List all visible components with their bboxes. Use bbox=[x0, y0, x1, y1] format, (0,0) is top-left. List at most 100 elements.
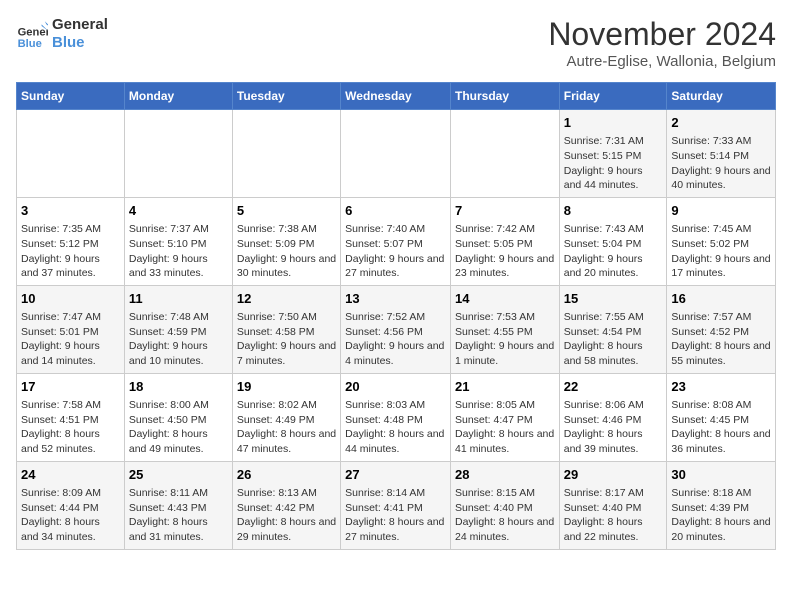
calendar-cell: 22 Sunrise: 8:06 AM Sunset: 4:46 PM Dayli… bbox=[559, 373, 667, 461]
day-number: 26 bbox=[237, 466, 336, 484]
calendar-cell: 20 Sunrise: 8:03 AM Sunset: 4:48 PM Dayli… bbox=[341, 373, 451, 461]
day-number: 12 bbox=[237, 290, 336, 308]
day-info: Sunrise: 7:53 AM Sunset: 4:55 PM Dayligh… bbox=[455, 310, 555, 369]
calendar-cell: 21Sunrise: 8:05 AM Sunset: 4:47 PM Dayli… bbox=[450, 373, 559, 461]
weekday-header-wednesday: Wednesday bbox=[341, 83, 451, 110]
calendar-cell: 2 Sunrise: 7:33 AM Sunset: 5:14 PM Daylig… bbox=[667, 110, 776, 198]
day-number: 10 bbox=[21, 290, 120, 308]
day-info: Sunrise: 7:58 AM Sunset: 4:51 PM Dayligh… bbox=[21, 398, 120, 457]
calendar-cell: 25Sunrise: 8:11 AM Sunset: 4:43 PM Dayli… bbox=[124, 461, 232, 549]
day-number: 25 bbox=[129, 466, 228, 484]
calendar-cell: 9 Sunrise: 7:45 AM Sunset: 5:02 PM Daylig… bbox=[667, 197, 776, 285]
day-info: Sunrise: 8:17 AM Sunset: 4:40 PM Dayligh… bbox=[564, 486, 663, 545]
calendar-cell: 29 Sunrise: 8:17 AM Sunset: 4:40 PM Dayli… bbox=[559, 461, 667, 549]
logo: General Blue General Blue bbox=[16, 16, 108, 52]
day-number: 23 bbox=[671, 378, 771, 396]
day-info: Sunrise: 8:15 AM Sunset: 4:40 PM Dayligh… bbox=[455, 486, 555, 545]
day-number: 18 bbox=[129, 378, 228, 396]
day-number: 29 bbox=[564, 466, 663, 484]
day-number: 17 bbox=[21, 378, 120, 396]
weekday-header-tuesday: Tuesday bbox=[232, 83, 340, 110]
day-number: 2 bbox=[671, 114, 771, 132]
day-info: Sunrise: 7:47 AM Sunset: 5:01 PM Dayligh… bbox=[21, 310, 120, 369]
calendar-cell: 5 Sunrise: 7:38 AM Sunset: 5:09 PM Daylig… bbox=[232, 197, 340, 285]
day-number: 20 bbox=[345, 378, 446, 396]
day-info: Sunrise: 7:31 AM Sunset: 5:15 PM Dayligh… bbox=[564, 134, 663, 193]
calendar-cell: 27 Sunrise: 8:14 AM Sunset: 4:41 PM Dayli… bbox=[341, 461, 451, 549]
calendar-cell: 3 Sunrise: 7:35 AM Sunset: 5:12 PM Daylig… bbox=[17, 197, 125, 285]
calendar-cell: 7Sunrise: 7:42 AM Sunset: 5:05 PM Daylig… bbox=[450, 197, 559, 285]
calendar-cell: 30 Sunrise: 8:18 AM Sunset: 4:39 PM Dayli… bbox=[667, 461, 776, 549]
calendar-cell bbox=[341, 110, 451, 198]
day-info: Sunrise: 8:06 AM Sunset: 4:46 PM Dayligh… bbox=[564, 398, 663, 457]
calendar-week-2: 3 Sunrise: 7:35 AM Sunset: 5:12 PM Daylig… bbox=[17, 197, 776, 285]
day-number: 7 bbox=[455, 202, 555, 220]
calendar-cell bbox=[124, 110, 232, 198]
calendar-cell: 19Sunrise: 8:02 AM Sunset: 4:49 PM Dayli… bbox=[232, 373, 340, 461]
calendar-cell: 8Sunrise: 7:43 AM Sunset: 5:04 PM Daylig… bbox=[559, 197, 667, 285]
weekday-header-sunday: Sunday bbox=[17, 83, 125, 110]
header: General Blue General Blue November 2024 … bbox=[16, 16, 776, 70]
svg-text:Blue: Blue bbox=[18, 38, 42, 50]
calendar-week-4: 17 Sunrise: 7:58 AM Sunset: 4:51 PM Dayli… bbox=[17, 373, 776, 461]
day-number: 28 bbox=[455, 466, 555, 484]
day-info: Sunrise: 8:05 AM Sunset: 4:47 PM Dayligh… bbox=[455, 398, 555, 457]
calendar-cell: 24 Sunrise: 8:09 AM Sunset: 4:44 PM Dayli… bbox=[17, 461, 125, 549]
day-info: Sunrise: 8:18 AM Sunset: 4:39 PM Dayligh… bbox=[671, 486, 771, 545]
day-info: Sunrise: 8:09 AM Sunset: 4:44 PM Dayligh… bbox=[21, 486, 120, 545]
day-number: 24 bbox=[21, 466, 120, 484]
day-info: Sunrise: 7:37 AM Sunset: 5:10 PM Dayligh… bbox=[129, 222, 228, 281]
day-number: 3 bbox=[21, 202, 120, 220]
calendar-cell bbox=[17, 110, 125, 198]
calendar-cell: 15Sunrise: 7:55 AM Sunset: 4:54 PM Dayli… bbox=[559, 285, 667, 373]
calendar-cell bbox=[232, 110, 340, 198]
weekday-header-thursday: Thursday bbox=[450, 83, 559, 110]
day-number: 14 bbox=[455, 290, 555, 308]
day-number: 9 bbox=[671, 202, 771, 220]
calendar-cell: 23 Sunrise: 8:08 AM Sunset: 4:45 PM Dayli… bbox=[667, 373, 776, 461]
month-year: November 2024 bbox=[548, 16, 776, 53]
calendar-body: 1Sunrise: 7:31 AM Sunset: 5:15 PM Daylig… bbox=[17, 110, 776, 550]
calendar-cell: 10 Sunrise: 7:47 AM Sunset: 5:01 PM Dayli… bbox=[17, 285, 125, 373]
calendar-cell: 11Sunrise: 7:48 AM Sunset: 4:59 PM Dayli… bbox=[124, 285, 232, 373]
title-area: November 2024 Autre-Eglise, Wallonia, Be… bbox=[548, 16, 776, 70]
day-info: Sunrise: 8:08 AM Sunset: 4:45 PM Dayligh… bbox=[671, 398, 771, 457]
day-number: 13 bbox=[345, 290, 446, 308]
day-number: 22 bbox=[564, 378, 663, 396]
calendar-cell: 28 Sunrise: 8:15 AM Sunset: 4:40 PM Dayli… bbox=[450, 461, 559, 549]
day-info: Sunrise: 7:33 AM Sunset: 5:14 PM Dayligh… bbox=[671, 134, 771, 193]
day-info: Sunrise: 8:00 AM Sunset: 4:50 PM Dayligh… bbox=[129, 398, 228, 457]
calendar-cell: 6Sunrise: 7:40 AM Sunset: 5:07 PM Daylig… bbox=[341, 197, 451, 285]
calendar-cell: 13 Sunrise: 7:52 AM Sunset: 4:56 PM Dayli… bbox=[341, 285, 451, 373]
weekday-header-saturday: Saturday bbox=[667, 83, 776, 110]
calendar-cell bbox=[450, 110, 559, 198]
calendar-table: SundayMondayTuesdayWednesdayThursdayFrid… bbox=[16, 82, 776, 550]
day-number: 15 bbox=[564, 290, 663, 308]
calendar-cell: 4Sunrise: 7:37 AM Sunset: 5:10 PM Daylig… bbox=[124, 197, 232, 285]
calendar-cell: 17 Sunrise: 7:58 AM Sunset: 4:51 PM Dayli… bbox=[17, 373, 125, 461]
day-number: 5 bbox=[237, 202, 336, 220]
day-info: Sunrise: 8:13 AM Sunset: 4:42 PM Dayligh… bbox=[237, 486, 336, 545]
day-info: Sunrise: 7:45 AM Sunset: 5:02 PM Dayligh… bbox=[671, 222, 771, 281]
logo-icon: General Blue bbox=[16, 18, 48, 50]
calendar-week-3: 10 Sunrise: 7:47 AM Sunset: 5:01 PM Dayli… bbox=[17, 285, 776, 373]
day-info: Sunrise: 7:52 AM Sunset: 4:56 PM Dayligh… bbox=[345, 310, 446, 369]
day-number: 8 bbox=[564, 202, 663, 220]
calendar-week-5: 24 Sunrise: 8:09 AM Sunset: 4:44 PM Dayli… bbox=[17, 461, 776, 549]
day-number: 6 bbox=[345, 202, 446, 220]
day-info: Sunrise: 8:02 AM Sunset: 4:49 PM Dayligh… bbox=[237, 398, 336, 457]
day-info: Sunrise: 8:14 AM Sunset: 4:41 PM Dayligh… bbox=[345, 486, 446, 545]
day-info: Sunrise: 7:48 AM Sunset: 4:59 PM Dayligh… bbox=[129, 310, 228, 369]
location: Autre-Eglise, Wallonia, Belgium bbox=[548, 53, 776, 70]
day-info: Sunrise: 7:50 AM Sunset: 4:58 PM Dayligh… bbox=[237, 310, 336, 369]
day-number: 30 bbox=[671, 466, 771, 484]
day-number: 27 bbox=[345, 466, 446, 484]
header-row: SundayMondayTuesdayWednesdayThursdayFrid… bbox=[17, 83, 776, 110]
svg-text:General: General bbox=[18, 27, 48, 39]
day-info: Sunrise: 7:57 AM Sunset: 4:52 PM Dayligh… bbox=[671, 310, 771, 369]
day-info: Sunrise: 7:35 AM Sunset: 5:12 PM Dayligh… bbox=[21, 222, 120, 281]
calendar-week-1: 1Sunrise: 7:31 AM Sunset: 5:15 PM Daylig… bbox=[17, 110, 776, 198]
day-info: Sunrise: 7:38 AM Sunset: 5:09 PM Dayligh… bbox=[237, 222, 336, 281]
calendar-cell: 1Sunrise: 7:31 AM Sunset: 5:15 PM Daylig… bbox=[559, 110, 667, 198]
day-info: Sunrise: 8:03 AM Sunset: 4:48 PM Dayligh… bbox=[345, 398, 446, 457]
